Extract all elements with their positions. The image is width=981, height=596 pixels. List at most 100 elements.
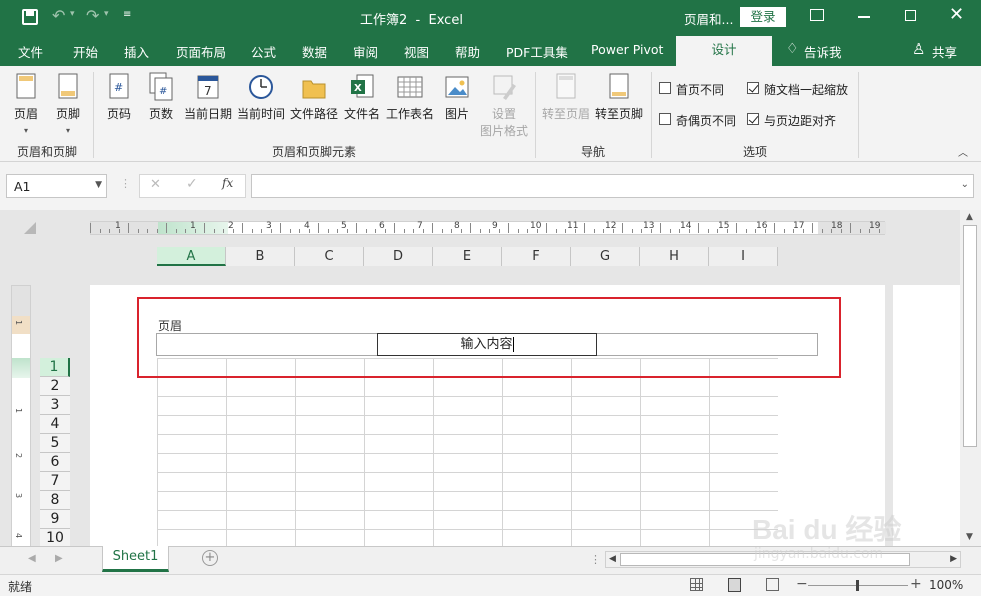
sheet-name-button[interactable]: 工作表名	[385, 72, 435, 122]
column-header-a[interactable]: A	[157, 247, 226, 266]
tab-file[interactable]: 文件	[18, 42, 43, 61]
zoom-in-icon[interactable]: +	[910, 576, 922, 592]
grid-col-line	[157, 358, 158, 547]
zoom-slider[interactable]	[808, 580, 908, 591]
tab-pdf-tools[interactable]: PDF工具集	[506, 42, 568, 61]
row-header-6[interactable]: 6	[40, 453, 70, 472]
confirm-entry-icon[interactable]: ✓	[186, 176, 198, 192]
column-header-d[interactable]: D	[364, 247, 433, 266]
page-layout-view-icon[interactable]	[728, 578, 741, 592]
hscroll-left-icon[interactable]: ◀	[609, 554, 616, 564]
scroll-thumb[interactable]	[963, 225, 977, 447]
format-picture-icon	[493, 75, 516, 100]
grid-row-line	[157, 453, 778, 454]
row-header-5[interactable]: 5	[40, 434, 70, 453]
scale-with-document-checkbox[interactable]	[747, 82, 759, 94]
zoom-slider-thumb[interactable]	[856, 580, 859, 591]
expand-formula-icon[interactable]: ⌄	[961, 179, 969, 190]
zoom-level[interactable]: 100%	[929, 578, 963, 592]
ruler-tick	[356, 223, 357, 233]
tab-view[interactable]: 视图	[404, 42, 429, 61]
ruler-tick	[821, 229, 823, 233]
tab-power-pivot[interactable]: Power Pivot	[591, 42, 663, 57]
column-header-b[interactable]: B	[226, 247, 295, 266]
current-time-button[interactable]: 当前时间	[236, 72, 286, 122]
close-icon[interactable]: ✕	[949, 4, 964, 25]
file-path-button[interactable]: 文件路径	[289, 72, 339, 122]
name-box-dropdown-icon[interactable]: ▼	[95, 180, 102, 190]
ruler-number: 7	[417, 221, 423, 231]
column-header-g[interactable]: G	[571, 247, 640, 266]
row-header-3[interactable]: 3	[40, 396, 70, 415]
row-header-7[interactable]: 7	[40, 472, 70, 491]
page-break-view-icon[interactable]	[766, 578, 779, 591]
vertical-scrollbar[interactable]: ▲ ▼	[960, 210, 981, 546]
tab-page-layout[interactable]: 页面布局	[176, 42, 226, 61]
undo-dropdown-icon[interactable]: ▾	[70, 9, 75, 19]
align-with-margins-checkbox[interactable]	[747, 113, 759, 125]
redo-dropdown-icon[interactable]: ▾	[104, 9, 109, 19]
row-header-1[interactable]: 1	[40, 358, 70, 377]
header-button[interactable]: 页眉 ▾	[11, 72, 41, 136]
save-icon[interactable]	[22, 9, 38, 25]
ribbon-display-options-icon[interactable]	[810, 9, 824, 21]
select-all-corner-icon[interactable]	[24, 222, 36, 234]
current-date-button[interactable]: 7 当前日期	[183, 72, 233, 122]
ruler-tick	[337, 229, 338, 233]
normal-view-icon[interactable]	[690, 578, 703, 591]
watermark-url: jingyan.baidu.com	[754, 546, 884, 562]
add-sheet-icon[interactable]: +	[202, 550, 218, 566]
sheet-tabs-grip-icon[interactable]: ⋮	[590, 553, 601, 566]
goto-header-button[interactable]: 转至页眉	[541, 72, 591, 122]
format-picture-button[interactable]: 设置 图片格式	[479, 72, 529, 139]
different-odd-even-checkbox[interactable]	[659, 113, 671, 125]
picture-button[interactable]: 图片	[441, 72, 473, 122]
collapse-ribbon-icon[interactable]: ︿	[958, 144, 968, 159]
scroll-sheets-right-icon[interactable]: ▶	[55, 553, 63, 564]
row-header-9[interactable]: 9	[40, 510, 70, 529]
row-header-4[interactable]: 4	[40, 415, 70, 434]
column-header-f[interactable]: F	[502, 247, 571, 266]
column-header-e[interactable]: E	[433, 247, 502, 266]
tab-review[interactable]: 审阅	[353, 42, 378, 61]
login-button[interactable]: 登录	[740, 7, 786, 27]
goto-footer-button[interactable]: 转至页脚	[594, 72, 644, 122]
cell-grid[interactable]	[157, 358, 778, 547]
column-header-h[interactable]: H	[640, 247, 709, 266]
tab-home[interactable]: 开始	[73, 42, 98, 61]
tab-help[interactable]: 帮助	[455, 42, 480, 61]
customize-qat-icon[interactable]: ≡	[123, 9, 131, 20]
page-count-button[interactable]: # 页数	[145, 72, 177, 122]
insert-function-icon[interactable]: fx	[222, 176, 233, 190]
row-header-2[interactable]: 2	[40, 377, 70, 396]
column-header-c[interactable]: C	[295, 247, 364, 266]
scroll-sheets-left-icon[interactable]: ◀	[28, 553, 36, 564]
scroll-down-icon[interactable]: ▼	[966, 532, 973, 542]
tab-insert[interactable]: 插入	[124, 42, 149, 61]
page-number-button[interactable]: # 页码	[104, 72, 134, 122]
tab-design[interactable]: 设计	[676, 36, 772, 66]
file-name-button[interactable]: X 文件名	[343, 72, 381, 122]
zoom-out-icon[interactable]: −	[796, 576, 808, 592]
tab-data[interactable]: 数据	[302, 42, 327, 61]
formula-input[interactable]: ⌄	[251, 174, 974, 198]
hscroll-right-icon[interactable]: ▶	[950, 554, 957, 564]
footer-button[interactable]: 页脚 ▾	[53, 72, 83, 136]
ruler-tick	[783, 229, 785, 233]
minimize-icon[interactable]	[858, 16, 870, 18]
redo-icon[interactable]: ↷	[86, 6, 99, 25]
watermark-logo-text: Bai du 经验	[752, 514, 902, 545]
undo-icon[interactable]: ↶	[52, 6, 65, 25]
ruler-tick	[242, 223, 243, 233]
scroll-up-icon[interactable]: ▲	[966, 212, 973, 222]
tell-me-box[interactable]: 告诉我	[804, 42, 842, 61]
different-first-page-checkbox[interactable]	[659, 82, 671, 94]
share-button[interactable]: 共享	[932, 42, 957, 61]
cancel-entry-icon[interactable]: ✕	[150, 177, 161, 192]
name-box[interactable]: A1 ▼	[6, 174, 107, 198]
sheet-tab-sheet1[interactable]: Sheet1	[102, 546, 169, 572]
row-header-8[interactable]: 8	[40, 491, 70, 510]
column-header-i[interactable]: I	[709, 247, 778, 266]
tab-formulas[interactable]: 公式	[251, 42, 276, 61]
maximize-icon[interactable]	[905, 10, 916, 21]
